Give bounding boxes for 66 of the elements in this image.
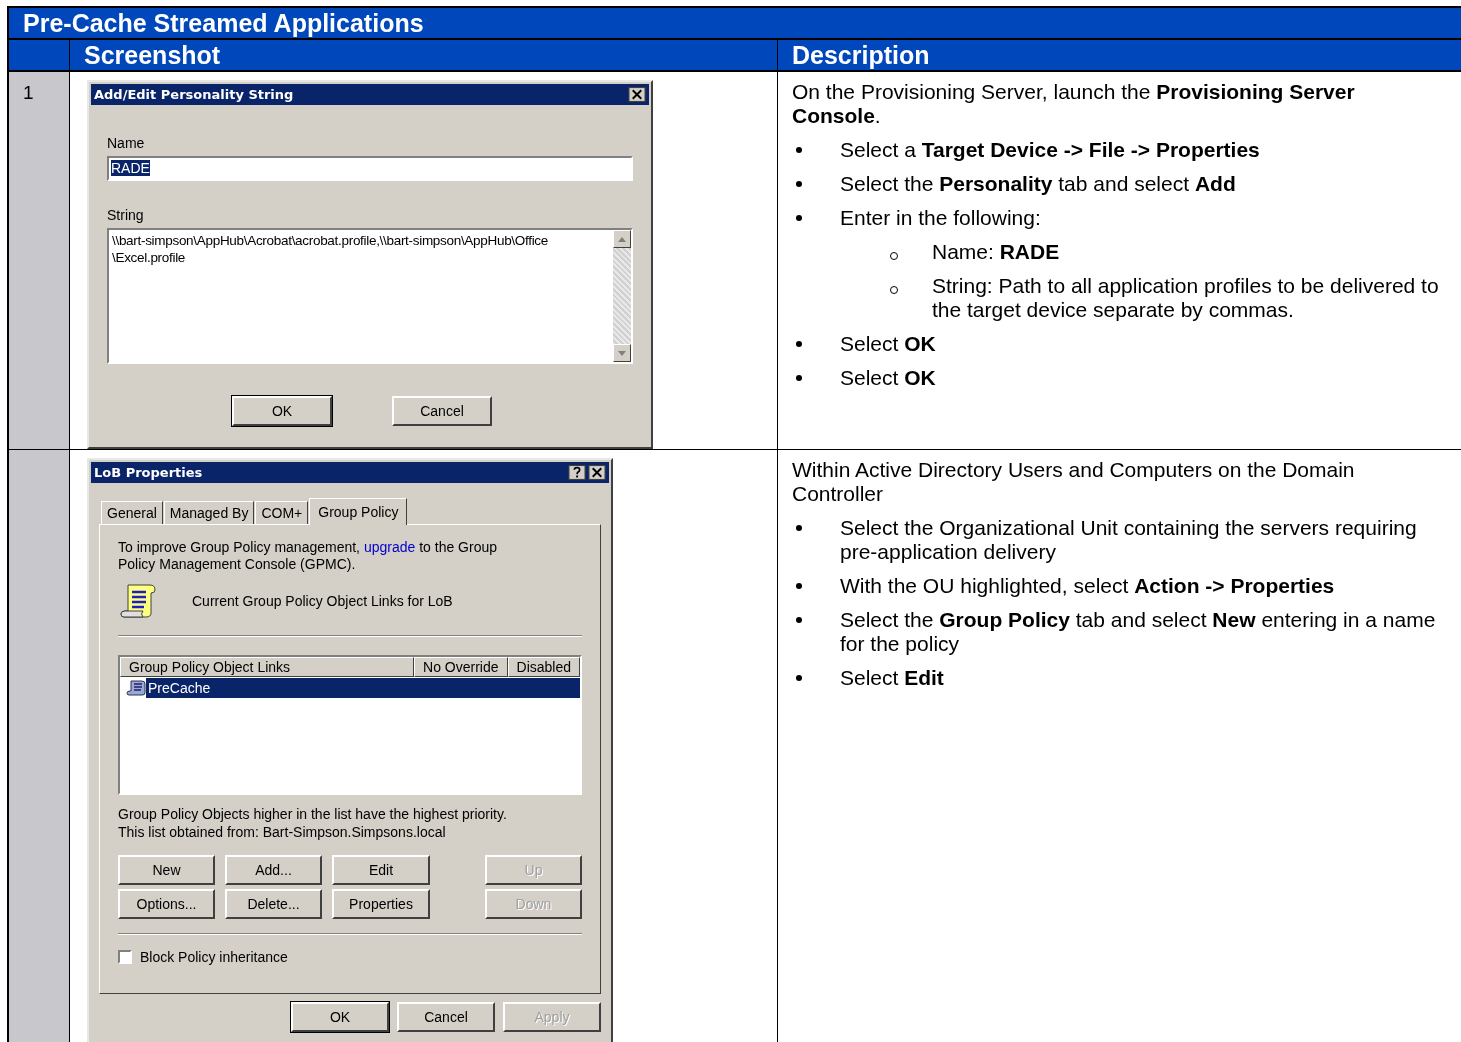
- instruction-text: String: Path to all application profiles to be delivered to the target device separate by commas.: [932, 274, 1440, 322]
- instruction-text: Select OK: [840, 366, 936, 390]
- bullet-icon: [796, 583, 802, 589]
- table-title: Pre-Cache Streamed Applications: [9, 8, 1461, 40]
- note-text: This list obtained from: Bart-Simpson.Simpsons.local: [118, 823, 446, 841]
- field-label: String: [107, 207, 144, 223]
- dialog-button[interactable]: New: [118, 855, 215, 885]
- info-text: To improve Group Policy management, upgrade to the Group Policy Management Console (GPMC).: [118, 539, 498, 573]
- tab[interactable]: Managed By: [163, 501, 255, 524]
- close-icon[interactable]: [628, 87, 646, 102]
- checkbox[interactable]: [118, 950, 132, 964]
- window-title: Add/Edit Personality String: [94, 87, 294, 102]
- instruction-text: With the OU highlighted, select Action -> Properties: [840, 574, 1335, 598]
- section-heading: Current Group Policy Object Links for LoB: [192, 593, 453, 609]
- dialog-button[interactable]: Add...: [225, 855, 322, 885]
- bullet-icon: [796, 675, 802, 681]
- field-label: Name: [107, 135, 145, 151]
- tab[interactable]: General: [101, 501, 163, 524]
- note-text: Group Policy Objects higher in the list have the highest priority.: [118, 805, 507, 823]
- dialog-button[interactable]: Options...: [118, 889, 215, 919]
- column-header: Description: [778, 40, 1461, 72]
- policy-icon: [126, 679, 146, 697]
- tab[interactable]: Group Policy: [309, 498, 408, 525]
- scrollbar[interactable]: [613, 230, 631, 362]
- bullet-icon: [796, 215, 802, 221]
- instruction-text: Select a Target Device -> File -> Properties: [840, 138, 1260, 162]
- dialog-button[interactable]: Properties: [332, 889, 430, 919]
- description-text: Within Active Directory Users and Computers on the Domain Controller: [792, 458, 1356, 506]
- scroll-up-button[interactable]: [613, 230, 631, 248]
- instruction-text: Enter in the following:: [840, 206, 1041, 230]
- dialog-button[interactable]: Edit: [332, 855, 430, 885]
- up-arrow-icon: [618, 236, 626, 242]
- description-text: On the Provisioning Server, launch the Provisioning Server Console.: [792, 80, 1356, 128]
- bullet-icon: [796, 147, 802, 153]
- instruction-text: Select Edit: [840, 666, 944, 690]
- dialog-button[interactable]: OK: [291, 1002, 389, 1032]
- down-arrow-icon: [618, 350, 626, 356]
- instruction-text: Select the Personality tab and select Add: [840, 172, 1236, 196]
- instruction-text: Select OK: [840, 332, 936, 356]
- instruction-text: Select the Organizational Unit containing the servers requiring pre-application delivery: [840, 516, 1418, 564]
- bullet-icon: [796, 617, 802, 623]
- list-column-header[interactable]: Disabled: [507, 657, 580, 677]
- bullet-icon: [796, 181, 802, 187]
- list-column-header[interactable]: No Override: [414, 657, 508, 677]
- bullet-icon: [796, 341, 802, 347]
- tab[interactable]: COM+: [255, 501, 309, 524]
- name-field[interactable]: RADE: [107, 156, 633, 181]
- checkbox-label[interactable]: Block Policy inheritance: [140, 949, 288, 965]
- list-column-header[interactable]: Group Policy Object Links: [120, 657, 415, 677]
- instruction-text: Name: RADE: [932, 240, 1060, 264]
- dialog-button[interactable]: Delete...: [225, 889, 322, 919]
- scroll-icon: [118, 581, 158, 621]
- bullet-icon: [796, 375, 802, 381]
- close-icon[interactable]: [588, 465, 606, 480]
- dialog-button[interactable]: OK: [232, 396, 332, 426]
- upgrade-link[interactable]: upgrade: [363, 539, 416, 555]
- dialog-button[interactable]: Cancel: [397, 1002, 495, 1032]
- dialog-button[interactable]: Cancel: [392, 396, 492, 426]
- instruction-text: Select the Group Policy tab and select New entering in a name for the policy: [840, 608, 1437, 656]
- column-header: Screenshot: [70, 40, 778, 72]
- scroll-down-button[interactable]: [613, 344, 631, 362]
- help-icon[interactable]: [568, 465, 586, 480]
- string-field[interactable]: \\bart-simpson\AppHub\Acrobat\acrobat.profile,\\bart-simpson\AppHub\Office \Excel.profile: [107, 228, 633, 364]
- step-number: 1: [23, 82, 34, 103]
- window-title: LoB Properties: [94, 465, 203, 480]
- bullet-icon: [796, 525, 802, 531]
